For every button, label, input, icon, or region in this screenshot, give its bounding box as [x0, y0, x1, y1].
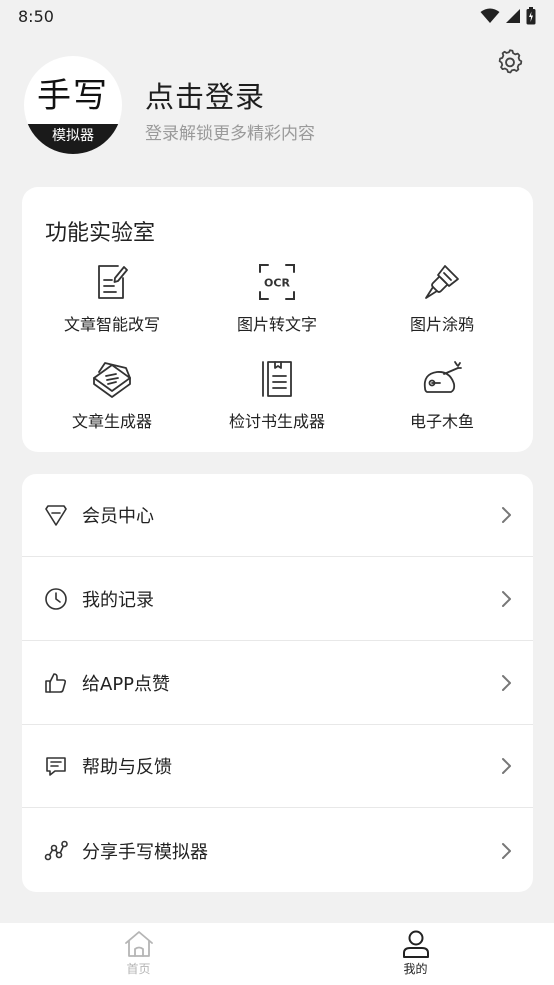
user-icon: [402, 930, 429, 958]
menu-item-like-app[interactable]: 给APP点赞: [22, 642, 533, 725]
lab-item-label: 文章生成器: [71, 412, 152, 431]
avatar-logo-band: 模拟器: [24, 124, 122, 154]
lab-item-article-rewrite[interactable]: 文章智能改写: [27, 260, 197, 348]
signal-icon: [506, 9, 520, 23]
tab-label: 我的: [403, 962, 428, 976]
tab-label: 首页: [126, 962, 151, 976]
edit-document-icon: [98, 265, 128, 299]
chevron-right-icon: [502, 758, 511, 774]
thumbs-up-icon: [45, 673, 67, 693]
chevron-right-icon: [502, 507, 511, 523]
lab-item-label: 图片涂鸦: [409, 315, 474, 334]
status-bar: 8:50: [0, 0, 554, 32]
paint-brush-icon: [425, 265, 459, 299]
ocr-icon: OCR: [259, 264, 295, 300]
avatar[interactable]: 手写 模拟器: [24, 56, 122, 154]
notebook-icon: [262, 361, 292, 397]
stacked-papers-icon: [93, 362, 131, 398]
feature-lab-title: 功能实验室: [45, 221, 156, 246]
share-icon: [44, 840, 68, 860]
home-icon: [124, 931, 153, 957]
menu-item-label: 分享手写模拟器: [82, 841, 208, 863]
lab-item-label: 文章智能改写: [63, 315, 160, 334]
lab-item-label: 检讨书生成器: [228, 412, 325, 431]
feature-lab-card: 功能实验室 文章智能改写 OCR 图片转文字 图片涂鸦 文章生成器 检讨书生成器…: [22, 187, 533, 452]
menu-item-help-feedback[interactable]: 帮助与反馈: [22, 725, 533, 808]
lab-item-label: 电子木鱼: [409, 412, 474, 431]
login-title[interactable]: 点击登录: [145, 74, 265, 116]
wooden-fish-icon: [423, 361, 462, 393]
tab-home[interactable]: 首页: [0, 923, 277, 985]
lab-item-doodle[interactable]: 图片涂鸦: [357, 260, 527, 348]
tab-mine[interactable]: 我的: [277, 923, 554, 985]
chevron-right-icon: [502, 675, 511, 691]
menu-list-card: 会员中心 我的记录 给APP点赞 帮助与反馈 分享手写模拟器: [22, 474, 533, 892]
diamond-icon: [45, 505, 67, 526]
chevron-right-icon: [502, 842, 511, 859]
feedback-icon: [46, 757, 66, 776]
menu-item-membership[interactable]: 会员中心: [22, 474, 533, 557]
status-icons: [480, 7, 536, 25]
wifi-icon: [480, 8, 500, 23]
lab-item-self-criticism-generator[interactable]: 检讨书生成器: [192, 357, 362, 445]
profile-header[interactable]: 手写 模拟器 点击登录 登录解锁更多精彩内容: [24, 56, 524, 156]
menu-item-share[interactable]: 分享手写模拟器: [22, 809, 533, 892]
clock-icon: [45, 588, 67, 610]
chevron-right-icon: [502, 591, 511, 607]
status-time: 8:50: [18, 6, 54, 26]
lab-item-label: 图片转文字: [236, 315, 317, 334]
avatar-logo-title: 手写: [37, 76, 109, 116]
menu-item-label: 给APP点赞: [82, 674, 171, 695]
lab-item-article-generator[interactable]: 文章生成器: [27, 357, 197, 445]
menu-item-records[interactable]: 我的记录: [22, 558, 533, 641]
lab-item-wooden-fish[interactable]: 电子木鱼: [357, 357, 527, 445]
lab-item-ocr[interactable]: OCR 图片转文字: [192, 260, 362, 348]
bottom-tab-bar: 首页 我的: [0, 923, 554, 985]
menu-item-label: 帮助与反馈: [82, 757, 172, 778]
menu-item-label: 会员中心: [82, 506, 154, 527]
login-subtitle: 登录解锁更多精彩内容: [145, 124, 315, 144]
battery-icon: [526, 7, 536, 25]
svg-text:OCR: OCR: [264, 277, 290, 290]
menu-item-label: 我的记录: [82, 590, 154, 611]
